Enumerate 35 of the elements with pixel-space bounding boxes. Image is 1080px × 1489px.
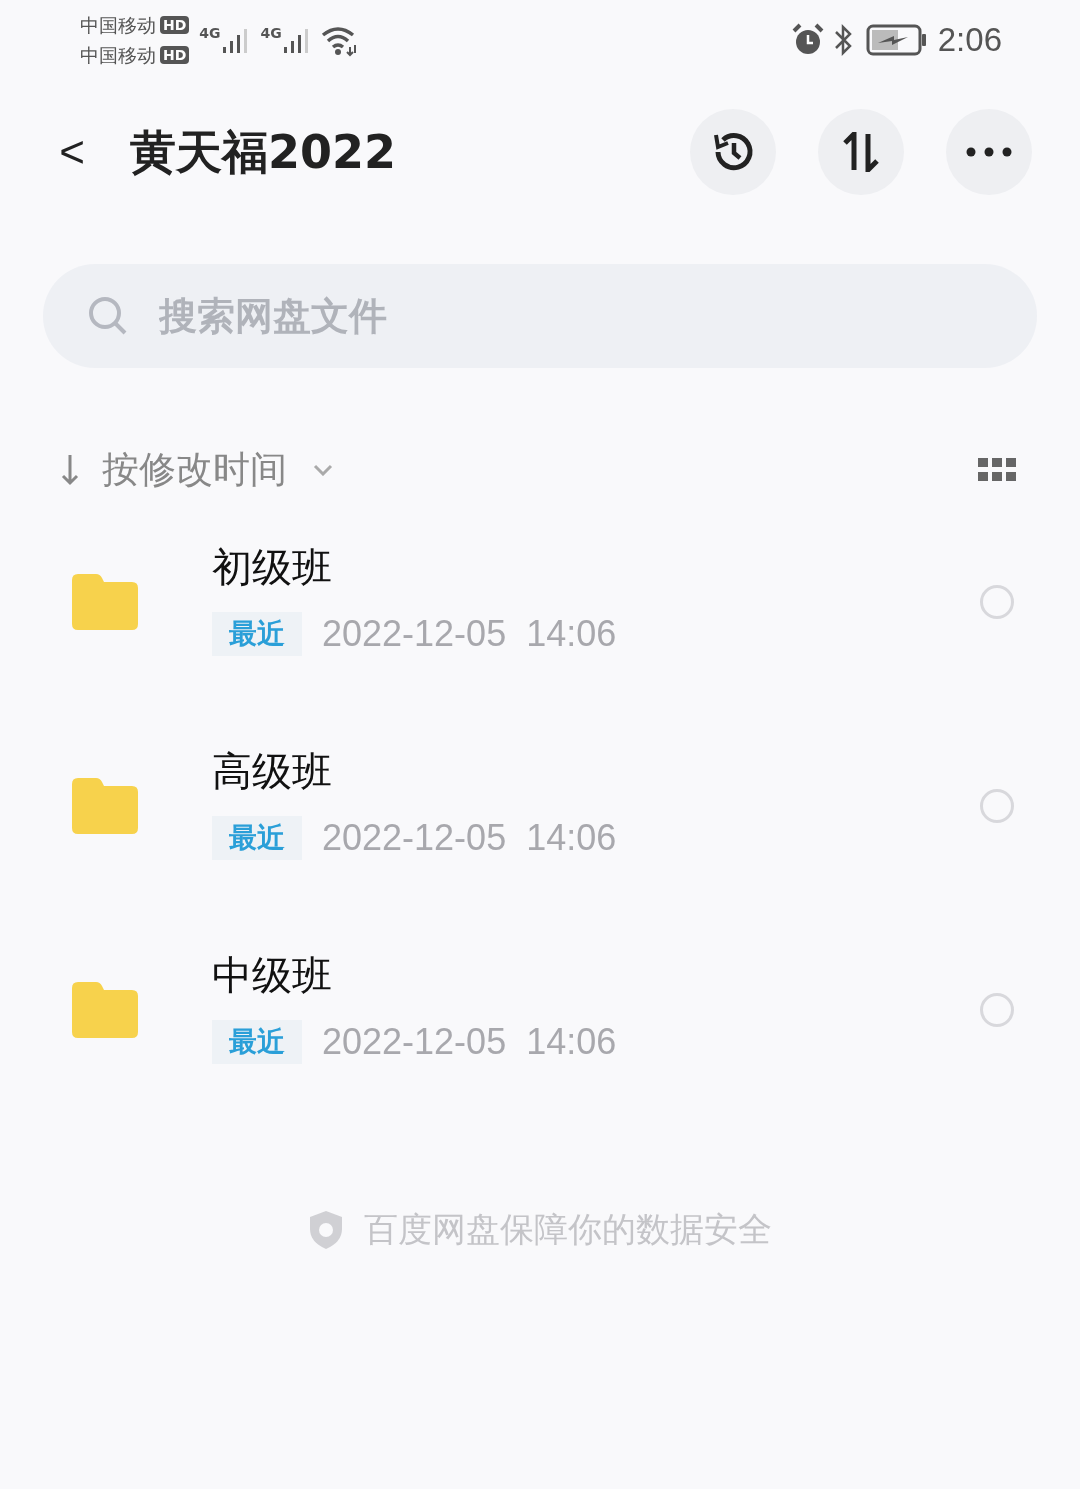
select-radio[interactable] bbox=[980, 993, 1014, 1027]
search-icon bbox=[87, 295, 129, 337]
modified-time: 2022-12-05 14:06 bbox=[322, 1020, 617, 1064]
modified-time: 2022-12-05 14:06 bbox=[322, 612, 617, 656]
hd-badge: HD bbox=[160, 46, 190, 64]
grid-icon bbox=[978, 458, 1016, 482]
carrier-name: 中国移动 bbox=[80, 43, 156, 68]
modified-time: 2022-12-05 14:06 bbox=[322, 816, 617, 860]
recent-tag: 最近 bbox=[212, 816, 302, 860]
folder-icon bbox=[72, 778, 138, 834]
grid-view-button[interactable] bbox=[978, 458, 1016, 482]
folder-icon bbox=[72, 982, 138, 1038]
battery-icon bbox=[865, 23, 928, 57]
file-row[interactable]: 中级班 最近 2022-12-05 14:06 bbox=[0, 908, 1080, 1112]
folder-title: 黄天福2022 bbox=[130, 123, 397, 181]
folder-icon bbox=[72, 574, 138, 630]
shield-icon bbox=[308, 1209, 344, 1250]
recent-tag: 最近 bbox=[212, 612, 302, 656]
network-type: 4G bbox=[260, 25, 282, 41]
file-row[interactable]: 初级班 最近 2022-12-05 14:06 bbox=[0, 500, 1080, 704]
down-arrow-icon bbox=[60, 453, 80, 487]
recent-tag: 最近 bbox=[212, 1020, 302, 1064]
file-row[interactable]: 高级班 最近 2022-12-05 14:06 bbox=[0, 704, 1080, 908]
back-button[interactable]: < bbox=[52, 130, 92, 174]
carrier-name: 中国移动 bbox=[80, 13, 156, 38]
network-type: 4G bbox=[199, 25, 221, 41]
chevron-down-icon bbox=[313, 464, 333, 476]
clock-time: 2:06 bbox=[937, 20, 1002, 61]
folder-name: 高级班 bbox=[212, 747, 333, 795]
folder-name: 中级班 bbox=[212, 951, 333, 999]
more-icon bbox=[966, 147, 1012, 157]
hd-badge: HD bbox=[160, 16, 190, 34]
select-radio[interactable] bbox=[980, 789, 1014, 823]
select-radio[interactable] bbox=[980, 585, 1014, 619]
folder-name: 初级班 bbox=[212, 543, 333, 591]
